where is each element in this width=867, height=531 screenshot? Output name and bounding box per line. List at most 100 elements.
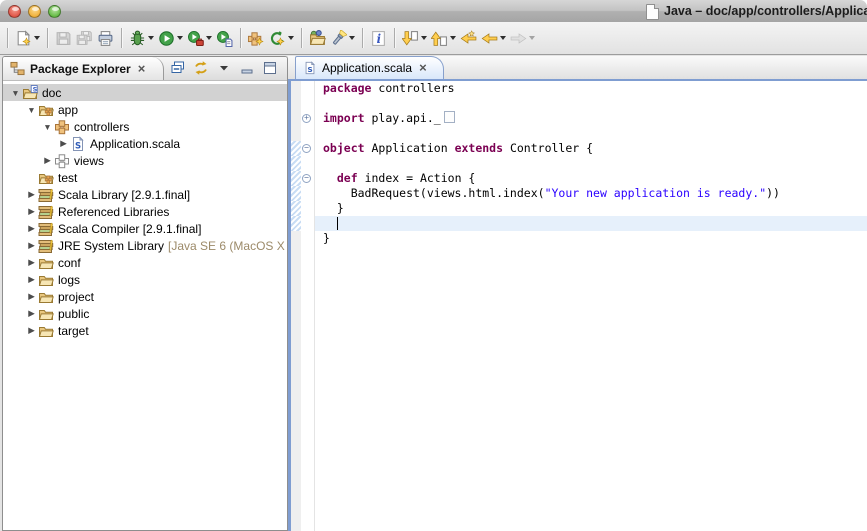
code-line-8[interactable]: BadRequest(views.html.index("Your new ap… — [291, 186, 867, 201]
expand-arrow-icon[interactable]: ▶ — [25, 223, 38, 234]
tree-item-public[interactable]: ▶public — [3, 305, 287, 322]
open-resource-button[interactable] — [307, 26, 328, 50]
maximize-button[interactable] — [262, 60, 279, 77]
view-menu-button[interactable] — [216, 60, 233, 77]
expand-arrow-icon[interactable]: ▶ — [25, 189, 38, 200]
code-line-2[interactable] — [291, 96, 867, 111]
tree-item-application-scala[interactable]: ▶SApplication.scala — [3, 135, 287, 152]
dropdown-arrow-icon[interactable] — [421, 36, 427, 40]
code-text[interactable] — [315, 96, 867, 111]
tree-item-scala-compiler-2-9-1-final[interactable]: ▶Scala Compiler [2.9.1.final] — [3, 220, 287, 237]
dropdown-arrow-icon[interactable] — [34, 36, 40, 40]
back-to-last-edit-button[interactable] — [458, 26, 479, 50]
tree-item-app[interactable]: ▼app — [3, 101, 287, 118]
toolbar-separator — [362, 28, 363, 48]
toggle-info-icon: i — [370, 30, 387, 47]
tree-item-jre-system-library[interactable]: ▶JRE System Library[Java SE 6 (MacOS X D… — [3, 237, 287, 254]
fold-collapse-icon[interactable]: − — [302, 144, 311, 153]
fold-expand-icon[interactable]: + — [302, 114, 311, 123]
toggle-info-button[interactable]: i — [368, 26, 389, 50]
run-configurations-button[interactable] — [214, 26, 235, 50]
run-external-tools-button[interactable] — [185, 26, 214, 50]
tree-item-logs[interactable]: ▶logs — [3, 271, 287, 288]
tree-item-project[interactable]: ▶project — [3, 288, 287, 305]
code-line-6[interactable] — [291, 156, 867, 171]
code-text[interactable] — [315, 246, 867, 531]
expand-arrow-icon[interactable]: ▶ — [25, 291, 38, 302]
tree-item-conf[interactable]: ▶ conf — [3, 254, 287, 271]
package-explorer-tab[interactable]: Package Explorer × — [3, 57, 164, 80]
expand-arrow-icon[interactable]: ▶ — [25, 206, 38, 217]
expand-arrow-icon[interactable]: ▶ — [25, 325, 38, 336]
minimize-button[interactable] — [239, 60, 256, 77]
dropdown-arrow-icon[interactable] — [450, 36, 456, 40]
code-line-3[interactable]: + import play.api._ — [291, 111, 867, 126]
close-window-button[interactable] — [8, 5, 21, 18]
expand-arrow-icon[interactable]: ▶ — [25, 274, 38, 285]
collapse-all-button[interactable] — [170, 60, 187, 77]
code-text[interactable] — [315, 126, 867, 141]
expand-arrow-icon[interactable]: ▶ — [25, 240, 38, 251]
tree-item-doc[interactable]: ▼Sdoc — [3, 84, 287, 101]
collapse-arrow-icon[interactable]: ▼ — [41, 122, 54, 132]
search-button[interactable] — [328, 26, 357, 50]
code-text[interactable] — [315, 156, 867, 171]
code-text[interactable]: object Application extends Controller { — [315, 141, 867, 156]
collapse-arrow-icon[interactable]: ▼ — [25, 105, 38, 115]
fold-collapse-icon[interactable]: − — [302, 174, 311, 183]
collapse-arrow-icon[interactable]: ▼ — [9, 88, 22, 98]
tree-item-controllers[interactable]: ▼controllers — [3, 118, 287, 135]
tree-item-views[interactable]: ▶views — [3, 152, 287, 169]
expand-arrow-icon[interactable]: ▶ — [25, 257, 38, 268]
view-tab-label: Package Explorer — [30, 62, 131, 76]
code-line-10[interactable] — [291, 216, 867, 231]
code-text[interactable]: import play.api._ — [315, 111, 867, 126]
code-text[interactable]: } — [315, 231, 867, 246]
expand-arrow-icon[interactable]: ▶ — [41, 155, 54, 166]
close-editor-icon[interactable]: × — [419, 62, 427, 74]
print-button[interactable] — [95, 26, 116, 50]
minimize-window-button[interactable] — [28, 5, 41, 18]
annotation-ruler — [291, 231, 301, 246]
title-bar[interactable]: Java – doc/app/controllers/Application.s… — [0, 0, 867, 23]
code-line-9[interactable]: } — [291, 201, 867, 216]
back-button[interactable] — [479, 26, 508, 50]
new-scala-wizard-button[interactable] — [267, 26, 296, 50]
expand-arrow-icon[interactable]: ▶ — [25, 308, 38, 319]
next-annotation-button[interactable] — [429, 26, 458, 50]
dropdown-arrow-icon[interactable] — [349, 36, 355, 40]
code-editor[interactable]: package controllers+import play.api._−ob… — [288, 81, 867, 531]
dropdown-arrow-icon[interactable] — [206, 36, 212, 40]
code-text[interactable]: package controllers — [315, 81, 867, 96]
code-line-5[interactable]: −object Application extends Controller { — [291, 141, 867, 156]
new-wizard-button[interactable] — [13, 26, 42, 50]
code-text[interactable]: def index = Action { — [315, 171, 867, 186]
code-line-4[interactable] — [291, 126, 867, 141]
dropdown-arrow-icon[interactable] — [148, 36, 154, 40]
code-text[interactable]: BadRequest(views.html.index("Your new ap… — [315, 186, 867, 201]
folded-region-icon[interactable] — [444, 111, 455, 123]
code-line-11[interactable]: } — [291, 231, 867, 246]
code-line-7[interactable]: − def index = Action { — [291, 171, 867, 186]
tree-item-referenced-libraries[interactable]: ▶Referenced Libraries — [3, 203, 287, 220]
debug-button[interactable] — [127, 26, 156, 50]
run-button[interactable] — [156, 26, 185, 50]
tree-item-target[interactable]: ▶target — [3, 322, 287, 339]
tree-item-test[interactable]: test — [3, 169, 287, 186]
code-text[interactable] — [315, 216, 867, 231]
code-line-1[interactable]: package controllers — [291, 81, 867, 96]
dropdown-arrow-icon[interactable] — [500, 36, 506, 40]
expand-arrow-icon[interactable]: ▶ — [57, 138, 70, 149]
dropdown-arrow-icon[interactable] — [288, 36, 294, 40]
code-text[interactable]: } — [315, 201, 867, 216]
new-java-project-button[interactable] — [246, 26, 267, 50]
dropdown-arrow-icon[interactable] — [177, 36, 183, 40]
tree-item-label: conf — [58, 256, 81, 270]
link-with-editor-button[interactable] — [193, 60, 210, 77]
editor-tab-application-scala[interactable]: S Application.scala × — [295, 56, 444, 79]
close-view-icon[interactable]: × — [138, 63, 146, 75]
fold-margin — [301, 126, 315, 141]
zoom-window-button[interactable] — [48, 5, 61, 18]
last-edit-location-button[interactable] — [400, 26, 429, 50]
tree-item-scala-library-2-9-1-final[interactable]: ▶Scala Library [2.9.1.final] — [3, 186, 287, 203]
